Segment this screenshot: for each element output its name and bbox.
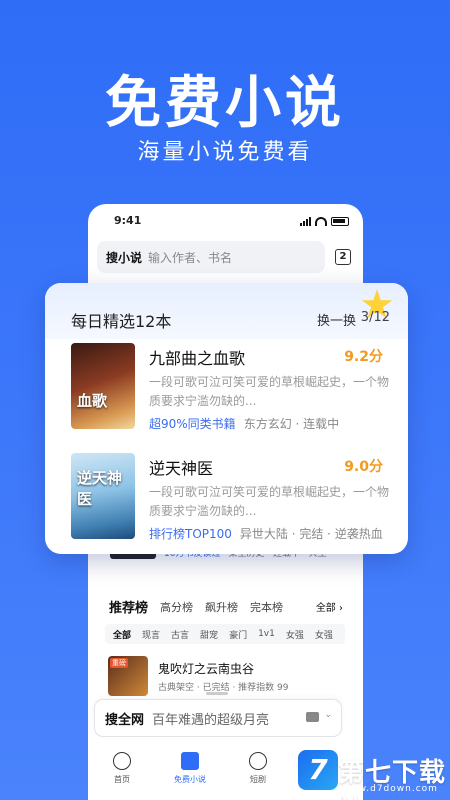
tab-count-button[interactable]: 2 (335, 249, 351, 265)
genre-chips: 全部 现言 古言 甜宠 豪门 1v1 女强 女强 (105, 624, 345, 644)
drag-handle[interactable] (206, 692, 228, 695)
hero-title: 免费小说 (105, 71, 345, 136)
chip[interactable]: 豪门 (229, 628, 247, 641)
bottom-search-placeholder: 百年难遇的超级月亮 (152, 712, 270, 728)
top-search-label: 搜小说 (106, 250, 143, 265)
battery-icon (331, 216, 349, 226)
chip[interactable]: 甜宠 (200, 628, 218, 641)
top-search-input[interactable]: 搜小说 输入作者、书名 (97, 241, 325, 273)
chip[interactable]: 1v1 (258, 629, 275, 639)
daily-picks-card: ★ 每日精选12本 换一换 3/12 血歌 九部曲之血歌 9.2分 一段可歌可泣… (45, 283, 408, 554)
status-time: 9:41 (114, 214, 142, 227)
rank-all-link[interactable]: 全部 › (316, 599, 343, 614)
home-icon (113, 752, 131, 770)
refresh-button[interactable]: 换一换 (317, 310, 356, 329)
book-description: 一段可歌可泣可笑可爱的草根崛起史，一个物质要求宁滥勿缺的... (149, 375, 390, 408)
book-item[interactable]: 逆天神医 逆天神医 9.0分 一段可歌可泣可笑可爱的草根崛起史，一个物质要求宁滥… (71, 453, 391, 541)
tab-recommend[interactable]: 推荐榜 (109, 597, 148, 616)
rank-tabs: 推荐榜 高分榜 飙升榜 完本榜 全部 › (109, 597, 343, 617)
bottom-search-label: 搜全网 (105, 712, 145, 728)
wifi-icon (315, 216, 327, 226)
page-indicator: 3/12 (360, 310, 390, 325)
bottom-search-input[interactable]: 搜全网 百年难遇的超级月亮 ⌄ (94, 699, 342, 737)
chip-all[interactable]: 全部 (113, 628, 131, 641)
status-bar: 9:41 (88, 214, 363, 230)
top-search-placeholder: 输入作者、书名 (148, 250, 233, 265)
rank-book-row[interactable]: 重磅 鬼吹灯之云南虫谷 古典架空 · 已完结 · 推荐指数 99 (108, 656, 348, 696)
tab-drama[interactable]: 短剧 (224, 744, 292, 800)
tab-rising[interactable]: 飙升榜 (205, 599, 238, 615)
chip[interactable]: 古言 (171, 628, 189, 641)
camera-icon[interactable] (306, 712, 319, 722)
tab-label: 免费小说 (174, 775, 206, 784)
book-item[interactable]: 血歌 九部曲之血歌 9.2分 一段可歌可泣可笑可爱的草根崛起史，一个物质要求宁滥… (71, 343, 391, 431)
book-title: 九部曲之血歌 (149, 349, 246, 368)
book-title: 逆天神医 (149, 459, 214, 478)
tab-free-novels[interactable]: 免费小说 (156, 744, 224, 800)
tab-high-score[interactable]: 高分榜 (160, 599, 193, 615)
signal-icon (300, 216, 311, 226)
book-meta-row: 超90%同类书籍 东方玄幻 · 连载中 (149, 415, 339, 432)
tab-label: 短剧 (250, 775, 266, 784)
book-cover: 血歌 (71, 343, 135, 429)
book-tag: 重磅 (110, 658, 128, 668)
watermark-url: www.d7down.com (342, 784, 438, 794)
book-score: 9.2分 (344, 349, 383, 365)
book-title: 鬼吹灯之云南虫谷 (158, 662, 255, 676)
tab-home[interactable]: 首页 (88, 744, 156, 800)
video-icon (249, 752, 267, 770)
book-highlight: 超90%同类书籍 (149, 417, 236, 431)
book-meta: 东方玄幻 · 连载中 (243, 417, 340, 431)
book-score: 9.0分 (344, 459, 383, 475)
chip[interactable]: 现言 (142, 628, 160, 641)
tab-completed[interactable]: 完本榜 (250, 599, 283, 615)
chip[interactable]: 女强 (315, 628, 333, 641)
book-cover: 逆天神医 (71, 453, 135, 539)
book-description: 一段可歌可泣可笑可爱的草根崛起史，一个物质要求宁滥勿缺的... (149, 485, 390, 518)
book-highlight: 排行榜TOP100 (149, 527, 232, 541)
watermark-logo: 7 (298, 750, 338, 790)
tab-label: 首页 (114, 775, 130, 784)
top-search-row: 搜小说 输入作者、书名 2 (97, 241, 359, 273)
watermark: 7 第七下载站 www.d7down.com (298, 748, 448, 800)
cover-text: 血歌 (77, 392, 108, 410)
chevron-down-icon[interactable]: ⌄ (324, 710, 332, 720)
book-icon (181, 752, 199, 770)
chip[interactable]: 女强 (286, 628, 304, 641)
book-meta: 异世大陆 · 完结 · 逆袭热血 (239, 527, 383, 541)
book-meta-row: 排行榜TOP100 异世大陆 · 完结 · 逆袭热血 (149, 525, 383, 542)
hero-subtitle: 海量小说免费看 (137, 140, 313, 165)
daily-picks-title: 每日精选12本 (71, 312, 172, 331)
cover-text: 逆天神医 (77, 469, 123, 508)
